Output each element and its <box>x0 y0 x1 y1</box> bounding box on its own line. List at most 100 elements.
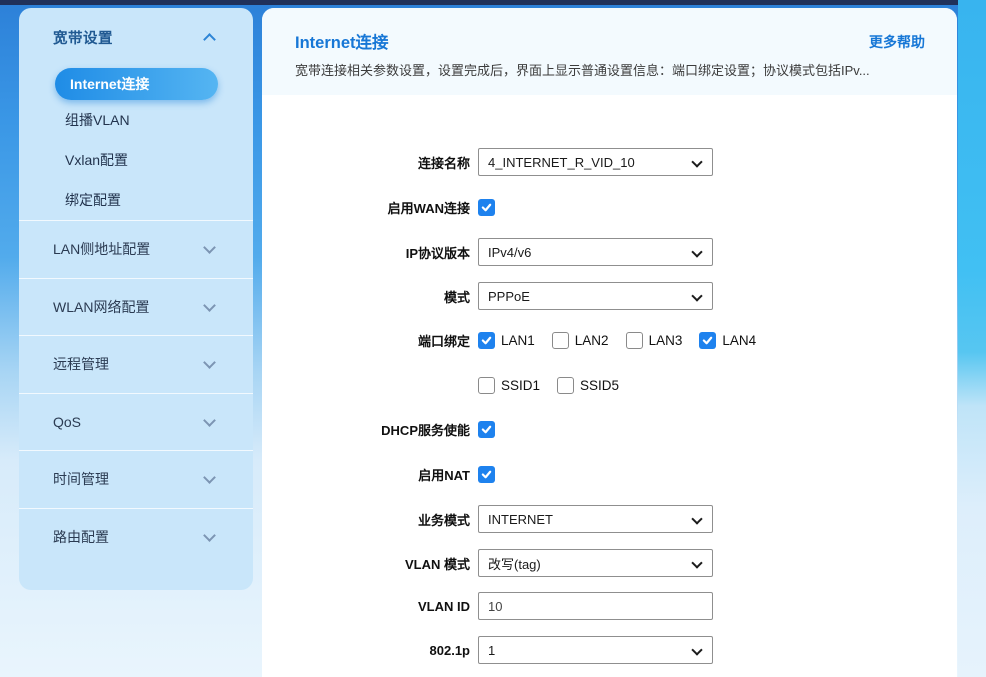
vlan-mode-select[interactable]: 改写(tag) <box>478 549 713 577</box>
dhcp-enable-label: DHCP服务使能 <box>262 420 470 439</box>
row-nat-enable: 启用NAT <box>262 465 957 484</box>
sidebar-item-multicast-vlan[interactable]: 组播VLAN <box>19 100 253 140</box>
chevron-down-icon <box>203 529 216 542</box>
port-binding-option-lan3: LAN3 <box>626 332 683 349</box>
lan2-checkbox[interactable] <box>552 332 569 349</box>
mode-select[interactable]: PPPoE <box>478 282 713 310</box>
chevron-down-icon <box>203 356 216 369</box>
connection-name-value: 4_INTERNET_R_VID_10 <box>488 155 635 170</box>
more-help-link[interactable]: 更多帮助 <box>869 32 925 52</box>
page-subtitle: 宽带连接相关参数设置，设置完成后，界面上显示普通设置信息：端口绑定设置；协议模式… <box>295 60 925 79</box>
sidebar-item-label: 组播VLAN <box>65 110 130 130</box>
ssid5-label: SSID5 <box>580 378 619 393</box>
ssid1-label: SSID1 <box>501 378 540 393</box>
nat-enable-checkbox[interactable] <box>478 466 495 483</box>
sidebar-item-binding-config[interactable]: 绑定配置 <box>19 180 253 220</box>
sidebar-section-label: 时间管理 <box>53 469 109 489</box>
row-vlan-mode: VLAN 模式 改写(tag) <box>262 549 957 577</box>
sidebar-section-lan-address[interactable]: LAN侧地址配置 <box>19 220 253 278</box>
sidebar-section-label: QoS <box>53 414 81 430</box>
port-binding-label: 端口绑定 <box>262 331 470 350</box>
check-icon <box>481 424 492 435</box>
dhcp-enable-checkbox[interactable] <box>478 421 495 438</box>
row-mode: 模式 PPPoE <box>262 282 957 310</box>
lan3-checkbox[interactable] <box>626 332 643 349</box>
sidebar-item-internet-connection[interactable]: Internet连接 <box>55 68 218 100</box>
sidebar-item-vxlan-config[interactable]: Vxlan配置 <box>19 140 253 180</box>
select-chevron-icon <box>691 513 702 524</box>
lan3-label: LAN3 <box>649 333 683 348</box>
port-binding-option-lan4: LAN4 <box>699 332 756 349</box>
main-panel: Internet连接 更多帮助 宽带连接相关参数设置，设置完成后，界面上显示普通… <box>262 8 957 677</box>
sidebar-section-label: LAN侧地址配置 <box>53 239 150 259</box>
row-8021p: 802.1p 1 <box>262 636 957 664</box>
sidebar: 宽带设置 Internet连接 组播VLAN Vxlan配置 绑定配置 LAN侧… <box>19 8 253 590</box>
mode-value: PPPoE <box>488 289 530 304</box>
sidebar-item-label: Internet连接 <box>70 74 149 94</box>
select-chevron-icon <box>691 246 702 257</box>
lan1-checkbox[interactable] <box>478 332 495 349</box>
connection-name-label: 连接名称 <box>262 153 470 172</box>
8021p-value: 1 <box>488 643 495 658</box>
wan-enable-checkbox[interactable] <box>478 199 495 216</box>
port-binding-option-ssid5: SSID5 <box>557 377 619 394</box>
port-binding-option-lan1: LAN1 <box>478 332 535 349</box>
ssid5-checkbox[interactable] <box>557 377 574 394</box>
row-port-binding: 端口绑定 LAN1 LAN2 LAN3 <box>262 331 957 350</box>
lan2-label: LAN2 <box>575 333 609 348</box>
ip-version-select[interactable]: IPv4/v6 <box>478 238 713 266</box>
check-icon <box>481 335 492 346</box>
vlan-mode-value: 改写(tag) <box>488 554 541 573</box>
sidebar-section-time-management[interactable]: 时间管理 <box>19 450 253 508</box>
select-chevron-icon <box>691 290 702 301</box>
vlan-id-input[interactable] <box>478 592 713 620</box>
port-binding-option-ssid1: SSID1 <box>478 377 540 394</box>
sidebar-section-qos[interactable]: QoS <box>19 393 253 451</box>
lan4-checkbox[interactable] <box>699 332 716 349</box>
chevron-down-icon <box>203 414 216 427</box>
lan1-label: LAN1 <box>501 333 535 348</box>
8021p-select[interactable]: 1 <box>478 636 713 664</box>
connection-name-select[interactable]: 4_INTERNET_R_VID_10 <box>478 148 713 176</box>
vlan-id-label: VLAN ID <box>262 599 470 614</box>
chevron-down-icon <box>203 471 216 484</box>
service-mode-select[interactable]: INTERNET <box>478 505 713 533</box>
chevron-up-icon <box>203 33 216 46</box>
service-mode-value: INTERNET <box>488 512 553 527</box>
sidebar-section-wlan-network[interactable]: WLAN网络配置 <box>19 278 253 336</box>
row-service-mode: 业务模式 INTERNET <box>262 505 957 533</box>
select-chevron-icon <box>691 156 702 167</box>
row-vlan-id: VLAN ID <box>262 592 957 620</box>
check-icon <box>481 202 492 213</box>
lan4-label: LAN4 <box>722 333 756 348</box>
sidebar-group-label: 宽带设置 <box>53 27 113 48</box>
row-ip-version: IP协议版本 IPv4/v6 <box>262 238 957 266</box>
chevron-down-icon <box>203 241 216 254</box>
right-accent-strip <box>958 0 986 677</box>
settings-form: 连接名称 4_INTERNET_R_VID_10 启用WAN连接 IP协议版本 <box>262 148 957 664</box>
8021p-label: 802.1p <box>262 643 470 658</box>
page-title: Internet连接 <box>295 29 389 53</box>
mode-label: 模式 <box>262 287 470 306</box>
row-connection-name: 连接名称 4_INTERNET_R_VID_10 <box>262 148 957 176</box>
sidebar-section-remote-management[interactable]: 远程管理 <box>19 335 253 393</box>
vlan-mode-label: VLAN 模式 <box>262 554 470 573</box>
sidebar-section-label: WLAN网络配置 <box>53 297 149 317</box>
port-binding-option-lan2: LAN2 <box>552 332 609 349</box>
row-dhcp-enable: DHCP服务使能 <box>262 420 957 439</box>
wan-enable-label: 启用WAN连接 <box>262 198 470 217</box>
sidebar-group-broadband[interactable]: 宽带设置 <box>19 8 253 56</box>
select-chevron-icon <box>691 644 702 655</box>
row-port-binding-ssid: SSID1 SSID5 <box>262 377 957 394</box>
select-chevron-icon <box>691 557 702 568</box>
ip-version-label: IP协议版本 <box>262 243 470 262</box>
row-wan-enable: 启用WAN连接 <box>262 198 957 217</box>
ip-version-value: IPv4/v6 <box>488 245 531 260</box>
sidebar-item-label: Vxlan配置 <box>65 150 128 170</box>
ssid1-checkbox[interactable] <box>478 377 495 394</box>
chevron-down-icon <box>203 299 216 312</box>
router-config-page: { "sidebar": { "group": { "label": "宽带设置… <box>0 0 986 677</box>
sidebar-section-label: 远程管理 <box>53 354 109 374</box>
main-header: Internet连接 更多帮助 宽带连接相关参数设置，设置完成后，界面上显示普通… <box>262 8 957 95</box>
sidebar-section-routing-config[interactable]: 路由配置 <box>19 508 253 566</box>
